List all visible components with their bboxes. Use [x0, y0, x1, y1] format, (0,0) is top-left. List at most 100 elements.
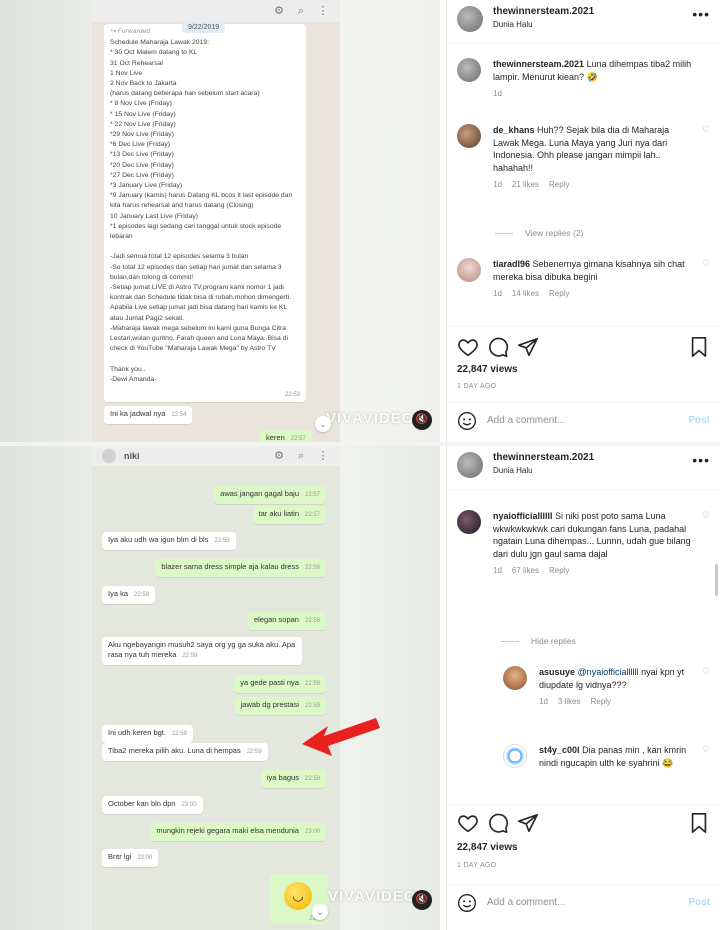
comment-input[interactable]: Add a comment...	[487, 897, 688, 908]
post-age: 1 DAY AGO	[457, 862, 497, 869]
forwarded-body: Schedule Maharaja Lawak 2019: * 30 Oct M…	[110, 39, 293, 383]
post-username[interactable]: thewinnersteam.2021	[493, 6, 692, 17]
message-time: 22:58	[304, 565, 320, 571]
avatar[interactable]	[457, 258, 481, 282]
contact-avatar[interactable]	[102, 449, 116, 463]
like-comment-icon[interactable]: ♡	[696, 744, 710, 769]
search-icon[interactable]: ⌕	[294, 4, 308, 18]
message-bubble: tar aku liatin 22:57	[252, 506, 326, 524]
like-comment-icon[interactable]: ♡	[696, 666, 710, 709]
post-button[interactable]: Post	[688, 897, 710, 908]
avatar[interactable]	[457, 6, 483, 32]
message-text: blazer sama dress simple aja kalau dress	[161, 562, 299, 571]
chevron-down-icon[interactable]: ⌄	[312, 904, 328, 920]
instagram-post-bottom: thewinnersteam.2021 Dunia Halu ••• nyaio…	[446, 446, 720, 930]
comment-icon[interactable]	[487, 336, 509, 358]
message-time: 22:59	[171, 731, 187, 737]
message-time: 22:58	[182, 653, 198, 659]
scrollbar[interactable]	[715, 564, 718, 596]
mute-icon[interactable]: 🔇	[412, 890, 432, 910]
emoji-icon[interactable]	[457, 893, 477, 913]
message-text: Ini ka jadwal nya	[110, 409, 166, 418]
search-icon[interactable]: ⌕	[294, 449, 308, 463]
like-comment-icon[interactable]: ♡	[696, 258, 710, 301]
message-text: Tiba2 mereka pilih aku. Luna di hempas	[108, 746, 241, 755]
message-text: awas jangan gagal baju	[220, 489, 299, 498]
view-count[interactable]: 22,847 views	[457, 364, 518, 375]
view-replies-link[interactable]: View replies (2)	[495, 228, 583, 238]
avatar[interactable]	[457, 452, 483, 478]
bookmark-icon[interactable]	[688, 812, 710, 834]
message-time: 22:58	[214, 538, 230, 544]
comment-username[interactable]: tiaradl96	[493, 259, 530, 269]
avatar[interactable]	[457, 58, 481, 82]
comment-age: 1d	[493, 289, 502, 299]
comment-username[interactable]: nyaiofficiallllll	[493, 511, 553, 521]
comment-icon[interactable]	[487, 812, 509, 834]
message-bubble: awas jangan gagal baju 22:57	[214, 486, 326, 504]
chat-header: niki ⚙ ⌕ ⋮	[92, 446, 340, 466]
share-icon[interactable]	[517, 812, 539, 834]
view-count[interactable]: 22,847 views	[457, 842, 518, 853]
post-header: thewinnersteam.2021 Dunia Halu •••	[447, 446, 720, 490]
avatar[interactable]	[503, 744, 527, 768]
comment-likes[interactable]: 21 likes	[512, 180, 539, 189]
message-bubble: elegan sopan 22:58	[247, 612, 326, 630]
comment: nyaiofficiallllll Si niki post poto sama…	[457, 510, 710, 578]
share-icon[interactable]	[517, 336, 539, 358]
comment-age: 1d	[493, 180, 502, 190]
mute-icon[interactable]: 🔇	[412, 410, 432, 430]
comment-username[interactable]: asusuye	[539, 667, 575, 677]
message-text: ya gede pasti nya	[240, 678, 299, 687]
avatar[interactable]	[457, 124, 481, 148]
message-text: Iya aku udh wa igun blm di bls	[108, 535, 209, 544]
post-location[interactable]: Dunia Halu	[493, 20, 692, 29]
settings-icon[interactable]: ⚙	[272, 4, 286, 18]
comment: de_khans Huh?? Sejak bila dia di Maharaj…	[457, 124, 710, 192]
comment-likes[interactable]: 3 likes	[558, 697, 581, 706]
post-location[interactable]: Dunia Halu	[493, 466, 692, 475]
heart-icon[interactable]	[457, 812, 479, 834]
heart-icon[interactable]	[457, 336, 479, 358]
mention-link[interactable]: @nyaiofficiallllll	[578, 667, 639, 677]
comment-likes[interactable]: 14 likes	[512, 289, 539, 298]
hide-replies-link[interactable]: Hide replies	[501, 636, 576, 646]
vivavideo-watermark: VIVAVIDEO	[326, 410, 415, 427]
reply-link[interactable]: Reply	[549, 180, 569, 189]
reply-link[interactable]: Reply	[549, 566, 569, 575]
chevron-down-icon[interactable]: ⌄	[315, 416, 331, 432]
settings-icon[interactable]: ⚙	[272, 449, 286, 463]
comment-likes[interactable]: 67 likes	[512, 566, 539, 575]
message-text: jawab dg prestasi	[240, 700, 299, 709]
message-text: tar aku liatin	[258, 509, 299, 518]
emoji-icon[interactable]	[457, 411, 477, 431]
post-actions	[457, 812, 710, 834]
reply-comment: asusuye @nyaiofficiallllll nyai kpn yt d…	[503, 666, 710, 709]
message-bubble: keren 22:57	[260, 430, 312, 442]
bookmark-icon[interactable]	[688, 336, 710, 358]
comment-input[interactable]: Add a comment...	[487, 415, 688, 426]
avatar[interactable]	[503, 666, 527, 690]
message-bubble: Tiba2 mereka pilih aku. Luna di hempas 22…	[102, 743, 268, 761]
comment-username[interactable]: st4y_c00l	[539, 745, 580, 755]
avatar[interactable]	[457, 510, 481, 534]
comment-username[interactable]: de_khans	[493, 125, 535, 135]
message-time: 22:59	[246, 749, 262, 755]
message-text: keren	[266, 433, 285, 442]
message-bubble: Iya aku udh wa igun blm di bls 22:58	[102, 532, 236, 550]
contact-name[interactable]: niki	[124, 451, 140, 461]
message-time: 22:58	[304, 618, 320, 624]
message-text: October kan bln dpn	[108, 799, 176, 808]
more-icon[interactable]: ⋮	[316, 449, 330, 463]
reply-link[interactable]: Reply	[591, 697, 611, 706]
more-options-icon[interactable]: •••	[692, 452, 710, 468]
like-comment-icon[interactable]: ♡	[696, 124, 710, 192]
reply-link[interactable]: Reply	[549, 289, 569, 298]
comment-username[interactable]: thewinnersteam.2021	[493, 59, 584, 69]
more-icon[interactable]: ⋮	[316, 4, 330, 18]
post-button[interactable]: Post	[688, 415, 710, 426]
more-options-icon[interactable]: •••	[692, 6, 710, 22]
post-username[interactable]: thewinnersteam.2021	[493, 452, 692, 463]
post-header: thewinnersteam.2021 Dunia Halu •••	[447, 0, 720, 44]
like-comment-icon[interactable]: ♡	[696, 510, 710, 578]
